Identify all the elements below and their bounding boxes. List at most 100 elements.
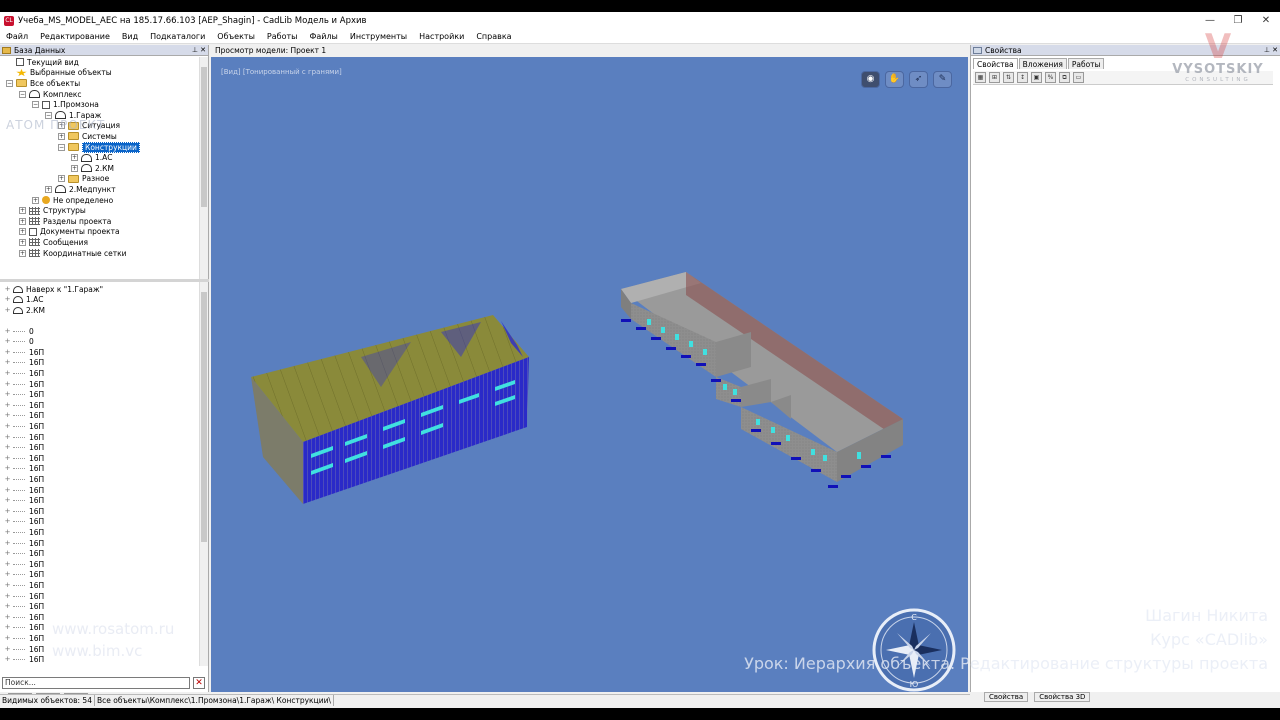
tree-item[interactable]: + Структуры — [19, 205, 86, 216]
markup-button[interactable]: ✎ — [933, 71, 952, 88]
expand-icon[interactable]: + — [19, 207, 26, 215]
expand-icon[interactable]: + — [4, 645, 11, 653]
expand-icon[interactable]: + — [4, 497, 11, 504]
close-button[interactable]: ✕ — [1252, 12, 1280, 30]
expand-icon[interactable]: + — [4, 285, 11, 293]
grid-icon[interactable]: ⊞ — [989, 72, 1000, 83]
expand-icon[interactable]: + — [4, 306, 11, 314]
tab-works[interactable]: Работы — [1067, 58, 1105, 69]
pan-hand-button[interactable]: ✋ — [885, 71, 904, 88]
expand-icon[interactable]: + — [4, 465, 11, 472]
tree-item[interactable]: − Конструкции — [58, 141, 140, 153]
list-item[interactable]: +16П — [4, 517, 45, 528]
tree-scrollbar[interactable] — [199, 57, 208, 279]
list-item[interactable]: +16П — [4, 485, 45, 496]
list-item[interactable]: +16П — [4, 527, 45, 538]
list-item[interactable]: +16П — [4, 612, 45, 623]
expand-icon[interactable]: + — [71, 164, 78, 172]
tree-item[interactable]: + Не определено — [32, 195, 113, 206]
list-item[interactable]: +16П — [4, 644, 45, 655]
garage-building[interactable] — [251, 315, 529, 504]
menu-files[interactable]: Файлы — [303, 32, 343, 41]
list-item[interactable]: +16П — [4, 559, 45, 570]
categorized-icon[interactable]: ▦ — [975, 72, 986, 83]
expand-icon[interactable]: + — [4, 624, 11, 631]
tree-item[interactable]: + Системы — [58, 131, 117, 142]
expand-icon[interactable]: + — [45, 185, 52, 193]
tree-item[interactable]: +1.АС — [71, 152, 113, 163]
tree-item[interactable]: + Сообщения — [19, 237, 88, 248]
list-item[interactable]: +16П — [4, 379, 45, 390]
list-item[interactable]: +16П — [4, 368, 45, 379]
list-header-item[interactable]: + Наверх к "1.Гараж" — [4, 284, 104, 295]
list-item[interactable]: +16П — [4, 411, 45, 422]
menu-view[interactable]: Вид — [116, 32, 144, 41]
expand-icon[interactable]: + — [71, 154, 78, 162]
list-item[interactable]: +0 — [4, 336, 34, 347]
tree-item[interactable]: Текущий вид — [6, 57, 79, 68]
search-clear-button[interactable]: ✕ — [193, 677, 205, 689]
menu-subcatalogs[interactable]: Подкаталоги — [144, 32, 211, 41]
expand-icon[interactable]: + — [4, 539, 11, 547]
expand-icon[interactable]: + — [4, 550, 11, 557]
tree-item[interactable]: + Разное — [58, 174, 109, 185]
list-item[interactable]: +16П — [4, 654, 45, 665]
list-item[interactable]: +16П — [4, 623, 45, 634]
list-item[interactable]: +16П — [4, 358, 45, 369]
view-eye-button[interactable]: ◉ — [861, 71, 880, 88]
list-item[interactable]: +16П — [4, 538, 45, 549]
menu-edit[interactable]: Редактирование — [34, 32, 116, 41]
expand-icon[interactable]: + — [58, 132, 65, 140]
menu-tools[interactable]: Инструменты — [344, 32, 413, 41]
menu-help[interactable]: Справка — [470, 32, 517, 41]
expand-icon[interactable]: + — [19, 228, 26, 236]
expand-icon[interactable]: + — [4, 454, 11, 462]
list-item[interactable]: +16П — [4, 432, 45, 443]
expand-icon[interactable]: + — [4, 528, 11, 536]
list-item[interactable]: +16П — [4, 389, 45, 400]
tree-item[interactable]: +2.КМ — [71, 163, 114, 174]
expand-icon[interactable]: + — [4, 518, 11, 525]
expand-icon[interactable]: + — [4, 486, 11, 494]
tree-item[interactable]: − 1.Промзона — [32, 99, 99, 110]
list-item[interactable]: +16П — [4, 347, 45, 358]
table-icon[interactable]: ▣ — [1031, 72, 1042, 83]
expand-icon[interactable]: + — [4, 507, 11, 515]
copy-icon[interactable]: ⧉ — [1059, 72, 1070, 83]
collapse-icon[interactable]: − — [6, 79, 13, 87]
percent-icon[interactable]: % — [1045, 72, 1056, 83]
expand-icon[interactable]: + — [4, 560, 11, 568]
tree-item[interactable]: Выбранные объекты — [6, 68, 112, 79]
expand-icon[interactable]: + — [4, 380, 11, 388]
expand-icon[interactable]: + — [19, 217, 26, 225]
expand-icon[interactable]: + — [4, 634, 11, 642]
tree-item[interactable]: − Комплекс — [19, 89, 82, 100]
collapse-icon[interactable]: − — [19, 90, 26, 98]
menu-objects[interactable]: Объекты — [211, 32, 261, 41]
panel-close-icon[interactable]: ✕ — [1272, 45, 1278, 56]
list-item[interactable]: +16П — [4, 665, 44, 667]
panel-close-icon[interactable]: ✕ — [200, 45, 206, 56]
tab-properties-bottom[interactable]: Свойства — [984, 692, 1029, 702]
tree-item[interactable]: − Все объекты — [6, 78, 80, 89]
sort-alt-icon[interactable]: ↕ — [1017, 72, 1028, 83]
expand-icon[interactable]: + — [4, 422, 11, 430]
list-item[interactable]: +16П — [4, 580, 45, 591]
list-item[interactable]: +16П — [4, 453, 45, 464]
expand-icon[interactable]: + — [19, 238, 26, 246]
model-scene[interactable] — [211, 57, 968, 692]
expand-icon[interactable]: + — [4, 475, 11, 483]
list-item[interactable]: +16П — [4, 400, 45, 411]
expand-icon[interactable]: + — [4, 603, 11, 610]
expand-icon[interactable]: + — [4, 359, 11, 366]
expand-icon[interactable]: + — [4, 613, 11, 621]
expand-icon[interactable]: + — [4, 656, 11, 663]
list-item[interactable]: +16П — [4, 442, 45, 453]
menu-settings[interactable]: Настройки — [413, 32, 470, 41]
list-item[interactable]: +16П — [4, 570, 45, 581]
expand-icon[interactable]: + — [4, 433, 11, 441]
list-item[interactable]: +16П — [4, 506, 45, 517]
expand-icon[interactable]: + — [4, 401, 11, 409]
tab-properties-3d[interactable]: Свойства 3D — [1034, 692, 1091, 702]
list-item[interactable]: +16П — [4, 464, 45, 475]
